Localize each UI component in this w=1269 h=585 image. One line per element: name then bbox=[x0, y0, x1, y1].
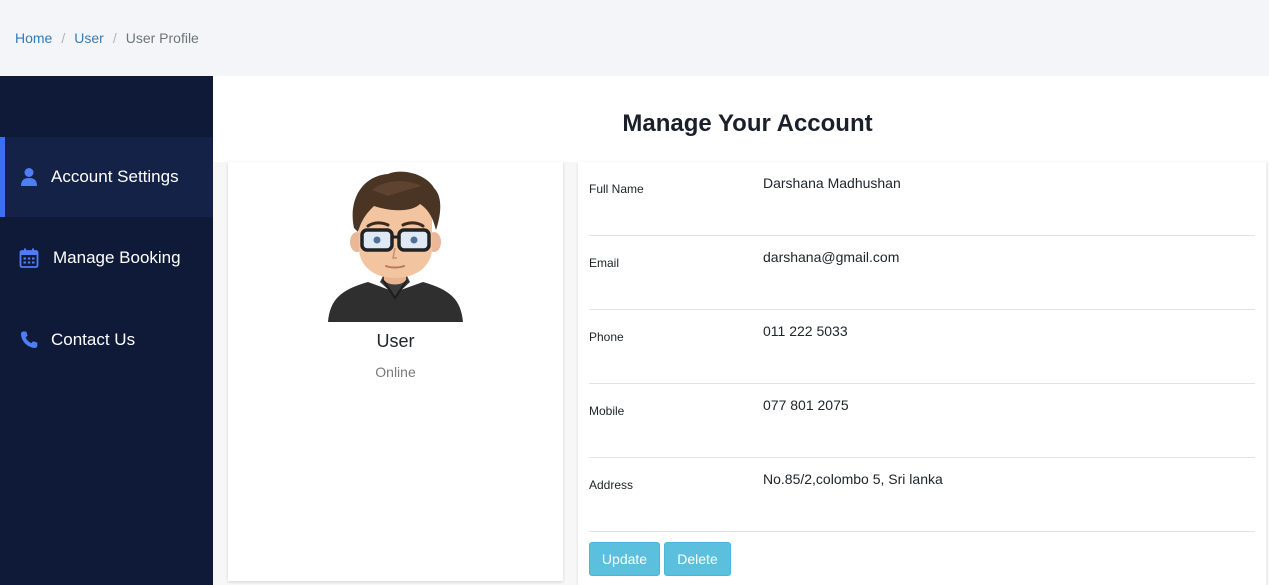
detail-row-phone: Phone 011 222 5033 bbox=[589, 310, 1255, 384]
detail-value: No.85/2,colombo 5, Sri lanka bbox=[763, 471, 943, 487]
breadcrumb-home-link[interactable]: Home bbox=[15, 30, 52, 46]
profile-name: User bbox=[376, 331, 415, 351]
sidebar-item-label: Contact Us bbox=[51, 330, 136, 349]
detail-value: darshana@gmail.com bbox=[763, 249, 900, 265]
avatar bbox=[328, 170, 463, 322]
detail-label: Address bbox=[589, 478, 634, 492]
detail-row-email: Email darshana@gmail.com bbox=[589, 236, 1255, 310]
breadcrumb-current: User Profile bbox=[125, 30, 199, 46]
sidebar-item-manage-booking[interactable]: Manage Booking bbox=[0, 218, 213, 298]
sidebar-item-contact-us[interactable]: Contact Us bbox=[0, 300, 213, 380]
detail-row-full-name: Full Name Darshana Madhushan bbox=[589, 162, 1255, 236]
sidebar-item-label: Manage Booking bbox=[53, 248, 181, 267]
page-title: Manage Your Account bbox=[622, 110, 873, 137]
main-content: Manage Your Account User Online Full Nam… bbox=[213, 76, 1269, 585]
profile-card: User Online bbox=[228, 162, 563, 581]
sidebar-item-label: Account Settings bbox=[51, 167, 179, 186]
account-details-card: Full Name Darshana Madhushan Email darsh… bbox=[578, 162, 1266, 585]
content-area: User Online Full Name Darshana Madhushan… bbox=[213, 162, 1269, 585]
detail-label: Mobile bbox=[589, 404, 625, 418]
detail-row-mobile: Mobile 077 801 2075 bbox=[589, 384, 1255, 458]
profile-status: Online bbox=[375, 364, 416, 380]
breadcrumb-bar: Home / User / User Profile bbox=[0, 0, 1269, 76]
user-icon bbox=[19, 167, 39, 187]
detail-value: Darshana Madhushan bbox=[763, 175, 901, 191]
detail-label: Full Name bbox=[589, 182, 644, 196]
detail-row-address: Address No.85/2,colombo 5, Sri lanka bbox=[589, 458, 1255, 532]
breadcrumb: Home / User / User Profile bbox=[15, 30, 199, 46]
sidebar: Account Settings Manage Booking Contact … bbox=[0, 76, 213, 585]
delete-button[interactable]: Delete bbox=[664, 542, 731, 576]
breadcrumb-user-link[interactable]: User bbox=[74, 30, 104, 46]
breadcrumb-separator: / bbox=[61, 30, 66, 46]
sidebar-item-account-settings[interactable]: Account Settings bbox=[0, 137, 213, 217]
detail-value: 077 801 2075 bbox=[763, 397, 849, 413]
breadcrumb-separator: / bbox=[112, 30, 117, 46]
phone-icon bbox=[19, 330, 39, 350]
detail-label: Phone bbox=[589, 330, 624, 344]
update-button[interactable]: Update bbox=[589, 542, 660, 576]
detail-value: 011 222 5033 bbox=[763, 323, 848, 339]
calendar-icon bbox=[19, 248, 39, 268]
detail-label: Email bbox=[589, 256, 620, 270]
